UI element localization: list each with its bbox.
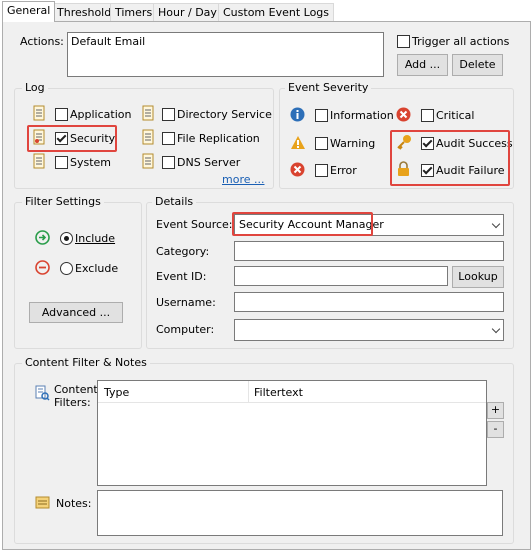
computer-select[interactable]	[234, 319, 504, 341]
filter-settings-title: Filter Settings	[22, 195, 104, 208]
log-system-checkbox[interactable]	[55, 156, 68, 169]
tab-timers[interactable]: Timers	[110, 3, 158, 21]
username-field[interactable]	[234, 292, 504, 312]
content-filters-table[interactable]: Type Filtertext	[97, 380, 487, 486]
severity-critical-label: Critical	[436, 109, 475, 122]
log-file-replication-label: File Replication	[177, 132, 260, 145]
content-filter-title: Content Filter & Notes	[22, 356, 150, 369]
notes-field[interactable]	[97, 490, 503, 536]
exclude-icon	[35, 260, 50, 275]
log-dns-server-checkbox[interactable]	[162, 156, 175, 169]
event-log-icon	[142, 105, 154, 121]
content-filter-icon	[35, 385, 50, 401]
event-severity-title: Event Severity	[285, 81, 372, 94]
lookup-button[interactable]: Lookup	[452, 266, 504, 288]
add-action-button[interactable]: Add ...	[397, 54, 448, 76]
notes-label: Notes:	[56, 497, 92, 510]
computer-label: Computer:	[156, 323, 215, 336]
log-application-label: Application	[70, 108, 132, 121]
tab-custom-event-logs[interactable]: Custom Event Logs	[218, 3, 335, 21]
severity-warning-label: Warning	[330, 137, 376, 150]
severity-warning-checkbox[interactable]	[315, 137, 328, 150]
category-field[interactable]	[234, 241, 504, 261]
actions-list-item[interactable]: Default Email	[71, 35, 145, 48]
event-log-icon	[33, 105, 45, 121]
security-highlight	[27, 125, 117, 152]
include-icon	[35, 230, 50, 245]
critical-icon	[396, 107, 411, 122]
log-directory-service-checkbox[interactable]	[162, 108, 175, 121]
audit-highlight	[390, 130, 510, 186]
advanced-button[interactable]: Advanced ...	[29, 302, 123, 323]
tab-general[interactable]: General	[2, 1, 56, 22]
severity-error-label: Error	[330, 164, 357, 177]
log-directory-service-label: Directory Service	[177, 108, 272, 121]
trigger-all-label: Trigger all actions	[412, 35, 510, 48]
error-icon	[290, 162, 305, 177]
log-file-replication-checkbox[interactable]	[162, 132, 175, 145]
event-source-label: Event Source:	[156, 218, 233, 231]
delete-action-button[interactable]: Delete	[452, 54, 503, 76]
remove-filter-button[interactable]: -	[487, 421, 504, 438]
event-id-field[interactable]	[234, 266, 448, 286]
event-log-icon	[33, 153, 45, 169]
column-header-type[interactable]: Type	[104, 386, 129, 399]
category-label: Category:	[156, 245, 210, 258]
actions-list[interactable]: Default Email	[67, 32, 384, 77]
table-header: Type Filtertext	[98, 381, 486, 403]
add-filter-button[interactable]: +	[487, 402, 504, 419]
event-log-icon	[142, 129, 154, 145]
details-title: Details	[152, 195, 197, 208]
log-system-label: System	[70, 156, 112, 169]
log-dns-server-label: DNS Server	[177, 156, 241, 169]
tab-threshold[interactable]: Threshold	[52, 3, 117, 21]
exclude-label: Exclude	[75, 262, 119, 275]
username-label: Username:	[156, 296, 216, 309]
column-divider[interactable]	[248, 381, 249, 402]
include-label: Include	[75, 232, 116, 245]
tab-hour-day[interactable]: Hour / Day	[153, 3, 222, 21]
severity-critical-checkbox[interactable]	[421, 109, 434, 122]
info-icon	[290, 107, 305, 122]
trigger-all-checkbox[interactable]	[397, 35, 410, 48]
more-logs-link[interactable]: more ...	[222, 173, 264, 186]
warning-icon	[291, 136, 305, 149]
chevron-down-icon	[491, 324, 501, 334]
actions-label: Actions:	[20, 35, 64, 48]
severity-information-checkbox[interactable]	[315, 109, 328, 122]
exclude-radio[interactable]	[60, 262, 73, 275]
severity-information-label: Information	[330, 109, 394, 122]
severity-error-checkbox[interactable]	[315, 164, 328, 177]
log-group-title: Log	[22, 81, 48, 94]
include-radio[interactable]	[60, 232, 73, 245]
chevron-down-icon	[491, 219, 501, 229]
event-log-icon	[142, 153, 154, 169]
content-filters-label: Content Filters:	[54, 383, 98, 409]
filter-settings-group	[14, 202, 142, 349]
column-header-filtertext[interactable]: Filtertext	[254, 386, 303, 399]
log-application-checkbox[interactable]	[55, 108, 68, 121]
notes-icon	[35, 496, 50, 509]
event-source-highlight	[232, 212, 373, 236]
event-id-label: Event ID:	[156, 270, 207, 283]
